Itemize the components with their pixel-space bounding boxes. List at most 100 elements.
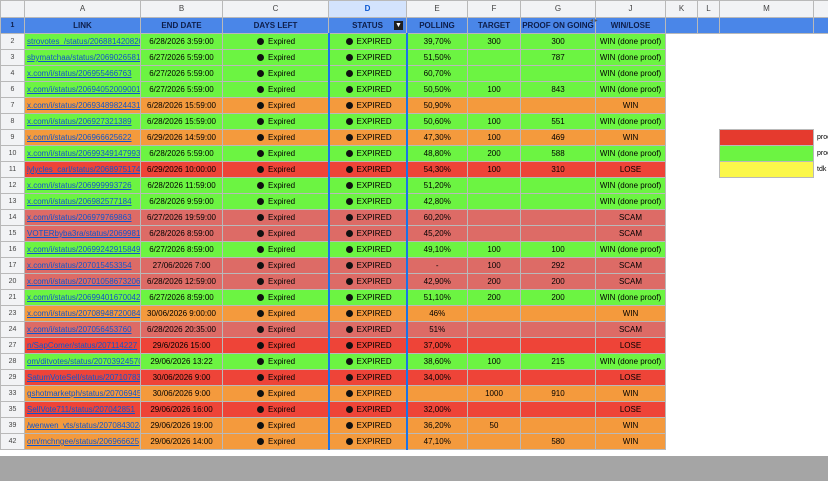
link-cell[interactable]: x.com/i/status/207010586732069 (24, 273, 141, 290)
end-date-cell[interactable]: 6/28/2026 11:59:00 (140, 177, 223, 194)
cell-blank[interactable] (697, 241, 720, 258)
cell-blank[interactable] (697, 113, 720, 130)
status-cell[interactable]: EXPIRED (327, 273, 408, 290)
win-lose-cell[interactable]: WIN (595, 305, 666, 322)
cell-blank[interactable] (813, 225, 828, 242)
cell-blank[interactable] (813, 193, 828, 210)
win-lose-cell[interactable]: WIN (done proof) (595, 145, 666, 162)
end-date-cell[interactable]: 6/28/2026 3:59:00 (140, 33, 223, 50)
row-number[interactable]: 9 (0, 129, 25, 146)
status-cell[interactable]: EXPIRED (327, 337, 408, 354)
days-left-cell[interactable]: Expired (222, 321, 329, 338)
status-cell[interactable]: EXPIRED (327, 369, 408, 386)
cell-blank[interactable] (719, 433, 814, 450)
cell-blank[interactable] (719, 289, 814, 306)
header-days-left[interactable]: DAYS LEFT (222, 17, 329, 34)
end-date-cell[interactable]: 30/06/2026 9:00 (140, 369, 223, 386)
header-target[interactable]: TARGET (467, 17, 521, 34)
status-cell[interactable]: EXPIRED (327, 353, 408, 370)
target-cell[interactable] (467, 433, 521, 450)
link-cell[interactable]: om/ditvotes/status/207039245707 (24, 353, 141, 370)
target-cell[interactable]: 100 (467, 81, 521, 98)
cell-blank[interactable] (697, 193, 720, 210)
row-number[interactable]: 15 (0, 225, 25, 242)
cell-blank[interactable] (813, 241, 828, 258)
win-lose-cell[interactable]: WIN (595, 129, 666, 146)
cell-blank[interactable] (813, 257, 828, 274)
cell-blank[interactable] (697, 257, 720, 274)
days-left-cell[interactable]: Expired (222, 257, 329, 274)
link-cell[interactable]: x.com/i/status/206940520090019 (24, 81, 141, 98)
row-number[interactable]: 8 (0, 113, 25, 130)
link-cell[interactable]: gshotmarketph/status/20706945 (24, 385, 141, 402)
polling-cell[interactable]: 42,80% (406, 193, 468, 210)
row-number[interactable]: 42 (0, 433, 25, 450)
column-header-g[interactable]: G (520, 0, 596, 18)
status-cell[interactable]: EXPIRED (327, 177, 408, 194)
header-win-lose[interactable]: WIN/LOSE (595, 17, 666, 34)
end-date-cell[interactable]: 6/28/2026 9:59:00 (140, 193, 223, 210)
cell-blank[interactable] (719, 321, 814, 338)
polling-cell[interactable]: 60,20% (406, 209, 468, 226)
row-number[interactable]: 12 (0, 177, 25, 194)
link-cell[interactable]: x.com/i/status/207089487200849 (24, 305, 141, 322)
polling-cell[interactable]: 42,90% (406, 273, 468, 290)
polling-cell[interactable]: 49,10% (406, 241, 468, 258)
target-cell[interactable] (467, 305, 521, 322)
win-lose-cell[interactable]: WIN (done proof) (595, 177, 666, 194)
target-cell[interactable]: 100 (467, 129, 521, 146)
end-date-cell[interactable]: 6/27/2026 5:59:00 (140, 81, 223, 98)
target-cell[interactable] (467, 49, 521, 66)
win-lose-cell[interactable]: WIN (done proof) (595, 193, 666, 210)
link-cell[interactable]: x.com/i/status/206966625622 (24, 129, 141, 146)
cell-blank[interactable] (813, 289, 828, 306)
cell-blank[interactable] (813, 273, 828, 290)
cell-blank[interactable] (697, 145, 720, 162)
cell-blank[interactable] (697, 305, 720, 322)
cell-blank[interactable] (665, 33, 698, 50)
status-cell[interactable]: EXPIRED (327, 289, 408, 306)
end-date-cell[interactable]: 6/29/2026 14:59:00 (140, 129, 223, 146)
target-cell[interactable]: 300 (467, 33, 521, 50)
row-number[interactable]: 4 (0, 65, 25, 82)
legend-swatch[interactable] (719, 161, 814, 178)
link-cell[interactable]: x.com/i/status/206992429158496 (24, 241, 141, 258)
status-cell[interactable]: EXPIRED (327, 129, 408, 146)
proof-cell[interactable]: 100 (520, 241, 596, 258)
header-link[interactable]: LINK (24, 17, 141, 34)
polling-cell[interactable] (406, 385, 468, 402)
legend-label[interactable]: proof masih aman (813, 145, 828, 162)
column-header-f[interactable]: F (467, 0, 521, 18)
link-cell[interactable]: SellVote711/status/207042851 (24, 401, 141, 418)
days-left-cell[interactable]: Expired (222, 33, 329, 50)
column-header-n[interactable]: N (813, 0, 828, 18)
win-lose-cell[interactable]: WIN (done proof) (595, 241, 666, 258)
proof-cell[interactable] (520, 401, 596, 418)
column-header-k[interactable]: K (665, 0, 698, 18)
row-number[interactable]: 21 (0, 289, 25, 306)
polling-cell[interactable]: 48,80% (406, 145, 468, 162)
win-lose-cell[interactable]: WIN (done proof) (595, 49, 666, 66)
cell-blank[interactable] (697, 17, 720, 34)
status-cell[interactable]: EXPIRED (327, 241, 408, 258)
cell-blank[interactable] (813, 177, 828, 194)
cell-blank[interactable] (665, 17, 698, 34)
link-cell[interactable]: /wenwen_vts/status/2070843024 (24, 417, 141, 434)
link-cell[interactable]: sbymatchaa/status/206902658151 (24, 49, 141, 66)
column-header-d[interactable]: D (328, 0, 407, 18)
win-lose-cell[interactable]: WIN (595, 417, 666, 434)
header-proof[interactable]: PROOF ON GOING (520, 17, 596, 34)
polling-cell[interactable]: 50,60% (406, 113, 468, 130)
cell-blank[interactable] (665, 273, 698, 290)
days-left-cell[interactable]: Expired (222, 65, 329, 82)
status-cell[interactable]: EXPIRED (327, 433, 408, 450)
cell-blank[interactable] (665, 81, 698, 98)
win-lose-cell[interactable]: SCAM (595, 257, 666, 274)
cell-blank[interactable] (813, 33, 828, 50)
cell-blank[interactable] (719, 193, 814, 210)
legend-label[interactable]: proof tidak aman (813, 129, 828, 146)
cell-blank[interactable] (719, 113, 814, 130)
cell-blank[interactable] (719, 17, 814, 34)
target-cell[interactable] (467, 321, 521, 338)
target-cell[interactable] (467, 369, 521, 386)
